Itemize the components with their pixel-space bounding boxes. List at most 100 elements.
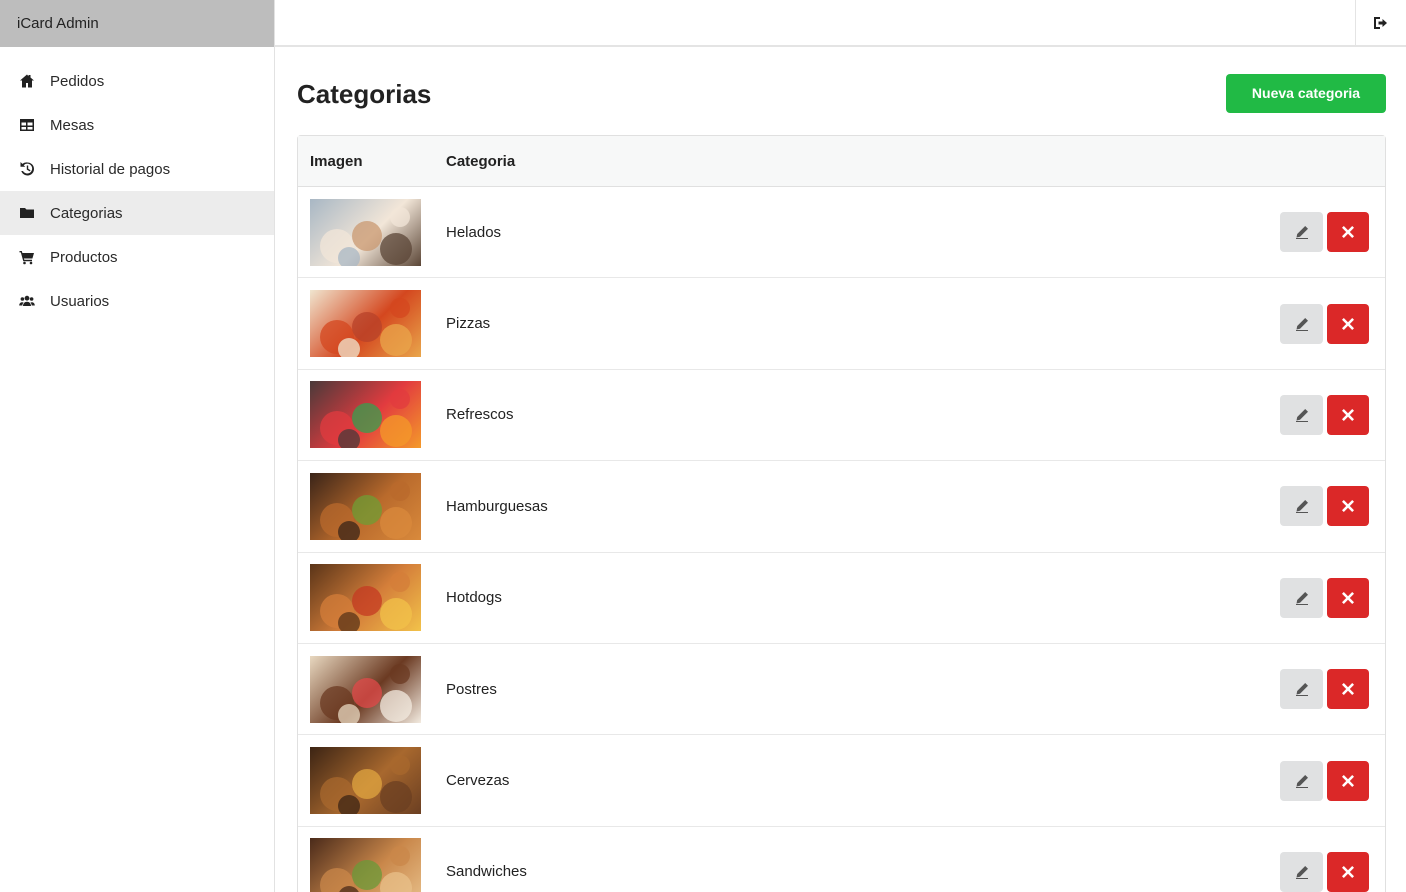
pencil-icon	[1295, 865, 1309, 879]
column-header-category: Categoria	[446, 152, 516, 170]
row-actions	[1280, 303, 1385, 344]
delete-button[interactable]	[1327, 760, 1369, 801]
sidebar-item-label: Mesas	[50, 116, 95, 134]
category-image	[310, 747, 421, 815]
sidebar-menu: Pedidos Mesas Historial de pagos Categor…	[0, 59, 274, 323]
sidebar-item-label: Historial de pagos	[50, 160, 171, 178]
close-icon	[1342, 774, 1354, 787]
table-body: Helados Pizzas Refrescos Hamburguesas Ho…	[298, 187, 1385, 892]
delete-button[interactable]	[1327, 577, 1369, 618]
close-icon	[1342, 591, 1354, 604]
close-icon	[1342, 500, 1354, 513]
category-name: Refrescos	[446, 406, 514, 424]
sidebar-item-usuarios[interactable]: Usuarios	[0, 279, 274, 323]
category-name: Helados	[446, 223, 502, 241]
category-image	[310, 472, 421, 540]
category-image	[310, 290, 421, 358]
sidebar-item-pedidos[interactable]: Pedidos	[0, 59, 274, 103]
main-content: Categorias Nueva categoria Imagen Catego…	[297, 47, 1386, 892]
image-cell	[298, 290, 446, 358]
table-row: Pizzas	[298, 278, 1385, 370]
pencil-icon	[1295, 408, 1309, 422]
categories-table: Imagen Categoria Helados Pizzas Refresco…	[297, 135, 1386, 892]
table-row: Helados	[298, 187, 1385, 279]
category-image	[310, 564, 421, 632]
sidebar-item-label: Categorias	[50, 204, 123, 222]
row-actions	[1280, 760, 1385, 801]
category-name: Pizzas	[446, 315, 491, 333]
pencil-icon	[1295, 225, 1309, 240]
edit-button[interactable]	[1280, 212, 1323, 253]
pencil-icon	[1295, 774, 1309, 788]
image-cell	[298, 381, 446, 449]
column-header-image: Imagen	[310, 152, 363, 170]
users-icon	[18, 293, 36, 309]
image-cell	[298, 564, 446, 632]
table-icon	[18, 117, 36, 133]
sidebar-item-historial-de-pagos[interactable]: Historial de pagos	[0, 147, 274, 191]
table-row: Cervezas	[298, 735, 1385, 827]
edit-button[interactable]	[1280, 577, 1323, 618]
sidebar-item-mesas[interactable]: Mesas	[0, 103, 274, 147]
table-row: Refrescos	[298, 370, 1385, 462]
category-name: Postres	[446, 680, 497, 698]
close-icon	[1342, 408, 1354, 421]
brand-title[interactable]: iCard Admin	[0, 0, 274, 47]
edit-button[interactable]	[1280, 851, 1323, 892]
category-name: Hotdogs	[446, 589, 502, 607]
cart-icon	[18, 249, 36, 265]
pencil-icon	[1295, 317, 1309, 331]
row-actions	[1280, 577, 1385, 618]
top-bar	[275, 0, 1406, 47]
pencil-icon	[1295, 591, 1309, 605]
home-icon	[18, 73, 36, 89]
sidebar-item-productos[interactable]: Productos	[0, 235, 274, 279]
close-icon	[1342, 226, 1354, 239]
delete-button[interactable]	[1327, 851, 1369, 892]
edit-button[interactable]	[1280, 303, 1323, 344]
category-image	[310, 381, 421, 449]
sidebar-item-label: Productos	[50, 248, 118, 266]
category-image	[310, 198, 421, 266]
folder-icon	[18, 205, 36, 221]
table-row: Sandwiches	[298, 827, 1385, 892]
pencil-icon	[1295, 682, 1309, 697]
table-row: Hotdogs	[298, 553, 1385, 644]
logout-button[interactable]	[1355, 0, 1406, 45]
image-cell	[298, 655, 446, 723]
row-actions	[1280, 669, 1385, 710]
app-root: iCard Admin Pedidos Mesas Historial de p…	[0, 0, 1406, 892]
sidebar-item-categorias[interactable]: Categorias	[0, 191, 274, 235]
row-actions	[1280, 851, 1385, 892]
history-icon	[18, 161, 36, 177]
delete-button[interactable]	[1327, 303, 1369, 344]
category-name: Sandwiches	[446, 863, 527, 881]
close-icon	[1342, 317, 1354, 330]
table-header: Imagen Categoria	[298, 136, 1385, 187]
row-actions	[1280, 212, 1385, 253]
sidebar: iCard Admin Pedidos Mesas Historial de p…	[0, 0, 275, 892]
delete-button[interactable]	[1327, 212, 1369, 253]
edit-button[interactable]	[1280, 669, 1323, 710]
edit-button[interactable]	[1280, 760, 1323, 801]
delete-button[interactable]	[1327, 394, 1369, 435]
sidebar-item-label: Usuarios	[50, 292, 110, 310]
sign-out-icon	[1373, 16, 1389, 30]
category-name: Cervezas	[446, 772, 510, 790]
delete-button[interactable]	[1327, 486, 1369, 527]
sidebar-item-label: Pedidos	[50, 72, 105, 90]
edit-button[interactable]	[1280, 486, 1323, 527]
image-cell	[298, 747, 446, 815]
category-image	[310, 838, 421, 892]
pencil-icon	[1295, 499, 1309, 514]
close-icon	[1342, 683, 1354, 696]
page-header: Categorias Nueva categoria	[297, 47, 1386, 135]
new-category-button[interactable]: Nueva categoria	[1226, 73, 1386, 113]
delete-button[interactable]	[1327, 669, 1369, 710]
row-actions	[1280, 394, 1385, 435]
image-cell	[298, 472, 446, 540]
image-cell	[298, 198, 446, 266]
image-cell	[298, 838, 446, 892]
edit-button[interactable]	[1280, 394, 1323, 435]
table-row: Hamburguesas	[298, 461, 1385, 553]
